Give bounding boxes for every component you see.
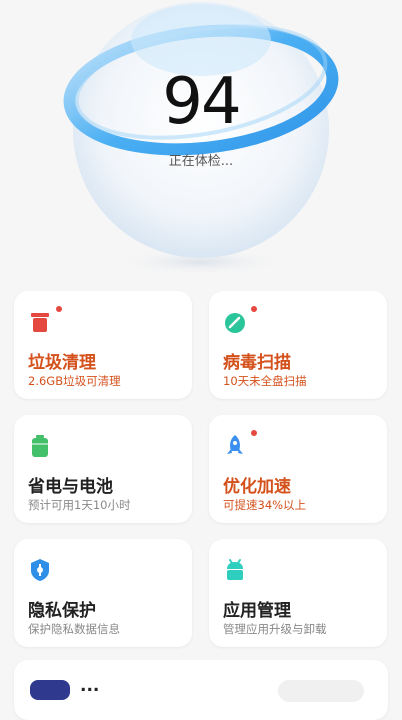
- card-subtitle: 保护隐私数据信息: [28, 622, 120, 636]
- health-score-visual: [0, 0, 402, 285]
- card-title: 应用管理: [223, 601, 291, 621]
- bottom-card-button[interactable]: [278, 680, 364, 702]
- health-score: 94: [162, 65, 241, 139]
- privacy-shield-icon: [31, 559, 49, 581]
- card-title: 优化加速: [223, 477, 291, 497]
- card-app-management[interactable]: 应用管理 管理应用升级与卸载: [209, 539, 387, 647]
- rocket-icon: [227, 435, 243, 454]
- alert-dot: [251, 430, 257, 436]
- scan-status: 正在体检...: [168, 154, 234, 169]
- card-optimize[interactable]: 优化加速 可提速34%以上: [209, 415, 387, 523]
- bottom-card[interactable]: ...: [14, 660, 388, 720]
- alert-dot: [251, 306, 257, 312]
- bottom-card-icon: [30, 680, 70, 700]
- card-virus-scan[interactable]: 病毒扫描 10天未全盘扫描: [209, 291, 387, 399]
- android-icon: [227, 559, 243, 580]
- card-battery[interactable]: 省电与电池 预计可用1天10小时: [14, 415, 192, 523]
- card-privacy[interactable]: 隐私保护 保护隐私数据信息: [14, 539, 192, 647]
- card-subtitle: 2.6GB垃圾可清理: [28, 374, 121, 388]
- card-title: 隐私保护: [28, 601, 96, 621]
- card-title: 省电与电池: [28, 477, 113, 497]
- card-title: 垃圾清理: [28, 353, 96, 373]
- trash-icon: [31, 313, 49, 332]
- card-subtitle: 预计可用1天10小时: [28, 498, 131, 512]
- battery-icon: [32, 435, 48, 457]
- card-subtitle: 管理应用升级与卸载: [223, 622, 327, 636]
- alert-dot: [56, 306, 62, 312]
- card-subtitle: 可提速34%以上: [223, 498, 307, 512]
- shield-scan-icon: [225, 313, 245, 333]
- bottom-card-title: ...: [80, 676, 100, 696]
- card-subtitle: 10天未全盘扫描: [223, 374, 307, 388]
- card-junk-cleanup[interactable]: 垃圾清理 2.6GB垃圾可清理: [14, 291, 192, 399]
- sphere-graphic: [63, 2, 339, 276]
- card-title: 病毒扫描: [223, 353, 291, 373]
